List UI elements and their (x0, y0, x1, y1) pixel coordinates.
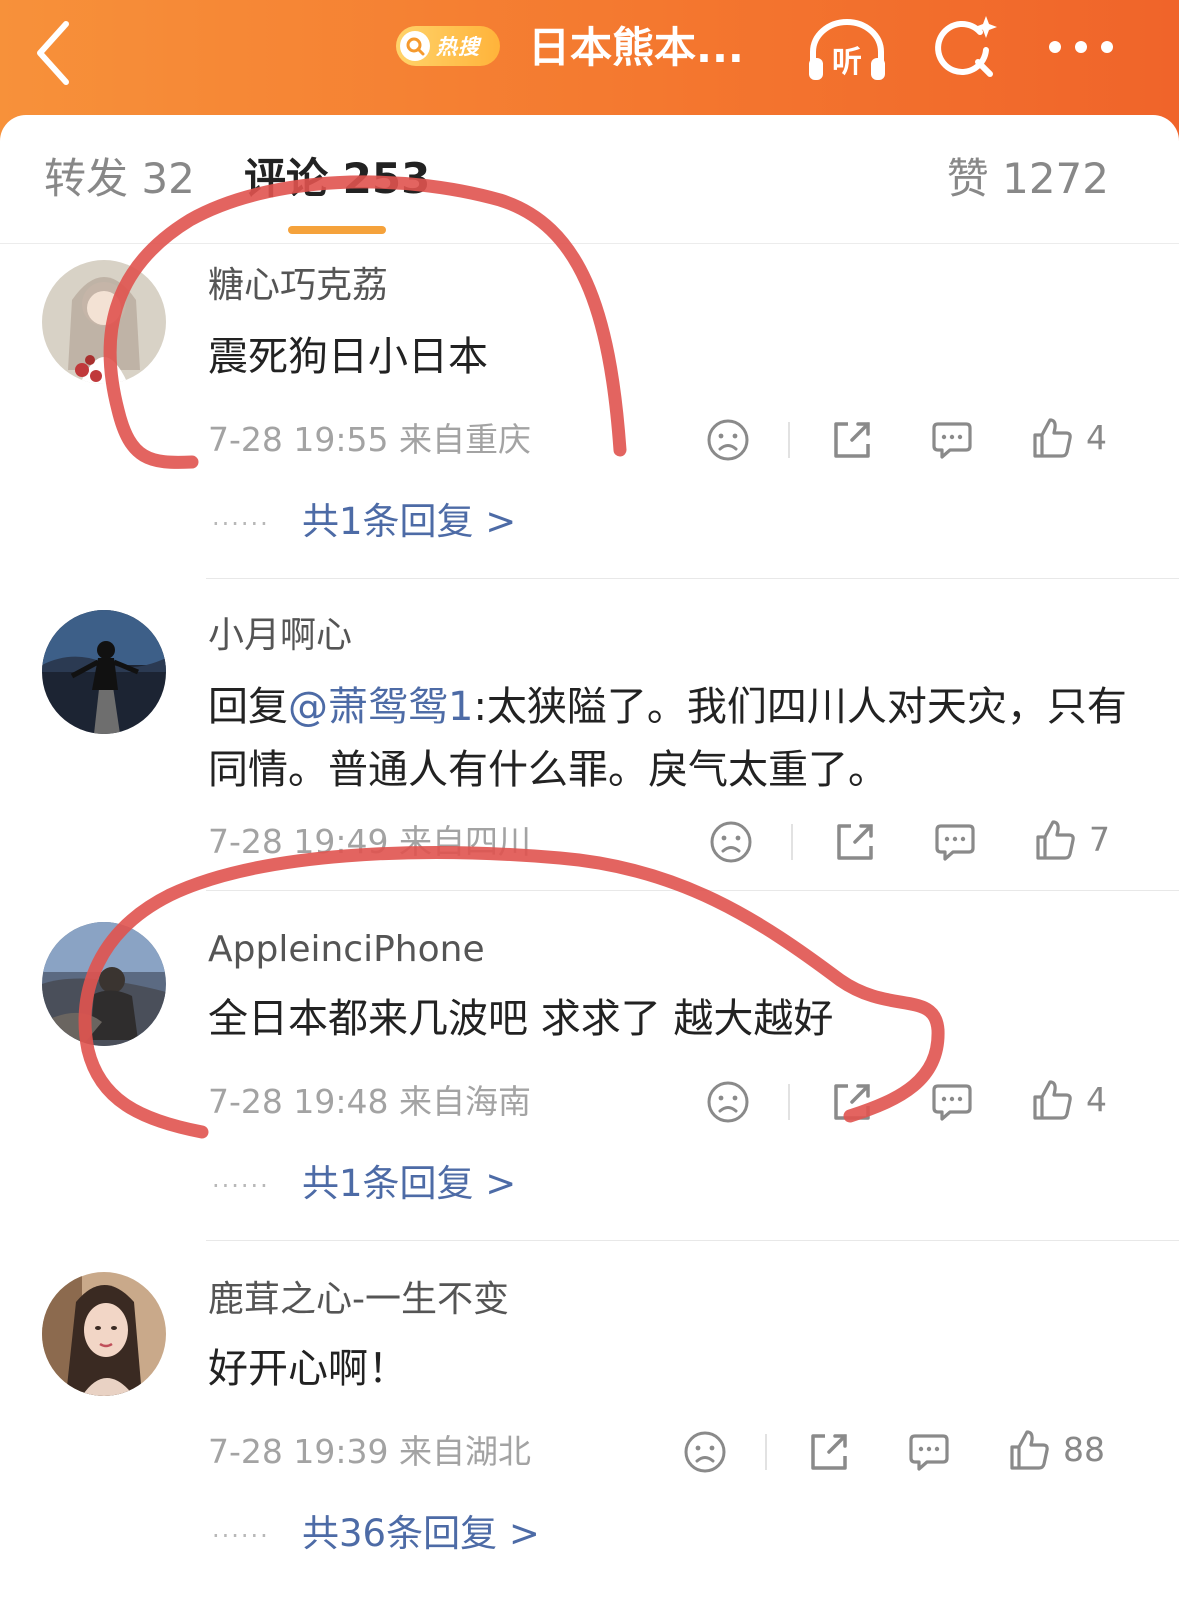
dislike-button[interactable] (706, 1080, 750, 1124)
comment-meta: 7-28 19:55 来自重庆 (208, 418, 531, 462)
active-tab-indicator (288, 226, 386, 234)
comment-time: 7-28 19:48 (208, 1082, 389, 1121)
reply-dots: ······ (212, 510, 270, 538)
view-replies-link[interactable]: 共1条回复 > (302, 1160, 516, 1208)
reply-dots: ······ (212, 1522, 270, 1550)
comment-meta: 7-28 19:48 来自海南 (208, 1080, 531, 1124)
comment-divider (206, 1240, 1179, 1241)
back-arrow-icon[interactable] (30, 18, 80, 88)
hot-search-badge[interactable]: 热搜 (396, 26, 500, 66)
username[interactable]: 鹿茸之心-一生不变 (208, 1276, 509, 1324)
thumbs-up-icon (1033, 1080, 1072, 1120)
username[interactable]: 糖心巧克荔 (208, 262, 388, 310)
comment-meta: 7-28 19:49 来自四川 (208, 820, 531, 864)
share-icon (834, 1084, 870, 1120)
reply-dots: ······ (212, 1172, 270, 1200)
comment-text: 好开心啊！ (208, 1346, 408, 1392)
action-separator (788, 422, 790, 458)
comment-divider (206, 890, 1179, 891)
comment-text: 全日本都来几波吧 求求了 越大越好 (208, 996, 834, 1042)
comment-button[interactable] (907, 1430, 951, 1474)
mention-link[interactable]: @萧鸳鸳1 (288, 684, 473, 730)
action-separator (788, 1084, 790, 1120)
avatar[interactable] (42, 610, 166, 734)
comment-bubble-icon (932, 1084, 972, 1121)
action-separator (791, 824, 793, 860)
comment-meta: 7-28 19:39 来自湖北 (208, 1430, 531, 1474)
comment-time: 7-28 19:39 (208, 1432, 389, 1471)
like-count: 4 (1086, 1080, 1107, 1119)
dislike-button[interactable] (683, 1430, 727, 1474)
share-icon (834, 422, 870, 458)
comment-location: 来自湖北 (399, 1432, 531, 1471)
tab-bar: 转发 32 评论 253 赞 1272 (0, 115, 1179, 244)
comment-button[interactable] (930, 1080, 974, 1124)
sad-face-icon (710, 821, 752, 863)
share-button[interactable] (830, 418, 874, 462)
comment-time: 7-28 19:55 (208, 420, 389, 459)
sad-face-icon (707, 419, 749, 461)
share-icon (837, 824, 873, 860)
avatar[interactable] (42, 1272, 166, 1396)
dislike-button[interactable] (709, 820, 753, 864)
tab-reposts[interactable]: 转发 32 (44, 151, 195, 207)
view-replies-link[interactable]: 共36条回复 > (302, 1510, 540, 1558)
thumbs-up-icon (1010, 1430, 1049, 1470)
reply-prefix: 回复 (208, 684, 288, 730)
like-button[interactable]: 88 (1007, 1428, 1105, 1472)
dislike-button[interactable] (706, 418, 750, 462)
comment-button[interactable] (930, 418, 974, 462)
like-button[interactable]: 4 (1030, 416, 1107, 460)
search-icon (400, 31, 430, 61)
comment-location: 来自海南 (399, 1082, 531, 1121)
comment-bubble-icon (909, 1434, 949, 1471)
comment-bubble-icon (932, 422, 972, 459)
like-count: 4 (1086, 418, 1107, 457)
comment-location: 来自重庆 (399, 420, 531, 459)
listen-label: 听 (832, 45, 862, 80)
comment-time: 7-28 19:49 (208, 822, 389, 861)
hot-badge-label: 热搜 (436, 35, 480, 59)
tab-likes[interactable]: 赞 1272 (947, 151, 1109, 207)
share-icon (811, 1434, 847, 1470)
sad-face-icon (707, 1081, 749, 1123)
username[interactable]: 小月啊心 (208, 612, 352, 660)
username[interactable]: AppleinciPhone (208, 926, 485, 974)
listen-headphones-icon[interactable]: 听 (805, 14, 889, 84)
comment-button[interactable] (933, 820, 977, 864)
sad-face-icon (684, 1431, 726, 1473)
search-sparkle-icon[interactable] (930, 12, 1000, 82)
share-button[interactable] (807, 1430, 851, 1474)
thumbs-up-icon (1036, 820, 1075, 860)
like-count: 7 (1089, 820, 1110, 859)
thumbs-up-icon (1033, 418, 1072, 458)
comment-location: 来自四川 (399, 822, 531, 861)
like-count: 88 (1063, 1430, 1105, 1469)
comment-text: 震死狗日小日本 (208, 334, 488, 380)
like-button[interactable]: 7 (1033, 818, 1110, 862)
tab-comments[interactable]: 评论 253 (244, 151, 430, 207)
view-replies-link[interactable]: 共1条回复 > (302, 498, 516, 546)
avatar[interactable] (42, 922, 166, 1046)
comment-text: 回复@萧鸳鸳1:太狭隘了。我们四川人对天灾，只有同情。普通人有什么罪。戾气太重了… (208, 676, 1138, 802)
share-button[interactable] (833, 820, 877, 864)
like-button[interactable]: 4 (1030, 1078, 1107, 1122)
page-title: 日本熊本... (528, 23, 744, 72)
comment-bubble-icon (935, 824, 975, 861)
avatar[interactable] (42, 260, 166, 384)
share-button[interactable] (830, 1080, 874, 1124)
comment-divider (206, 578, 1179, 579)
action-separator (765, 1434, 767, 1470)
more-options-icon[interactable] (1046, 36, 1116, 58)
